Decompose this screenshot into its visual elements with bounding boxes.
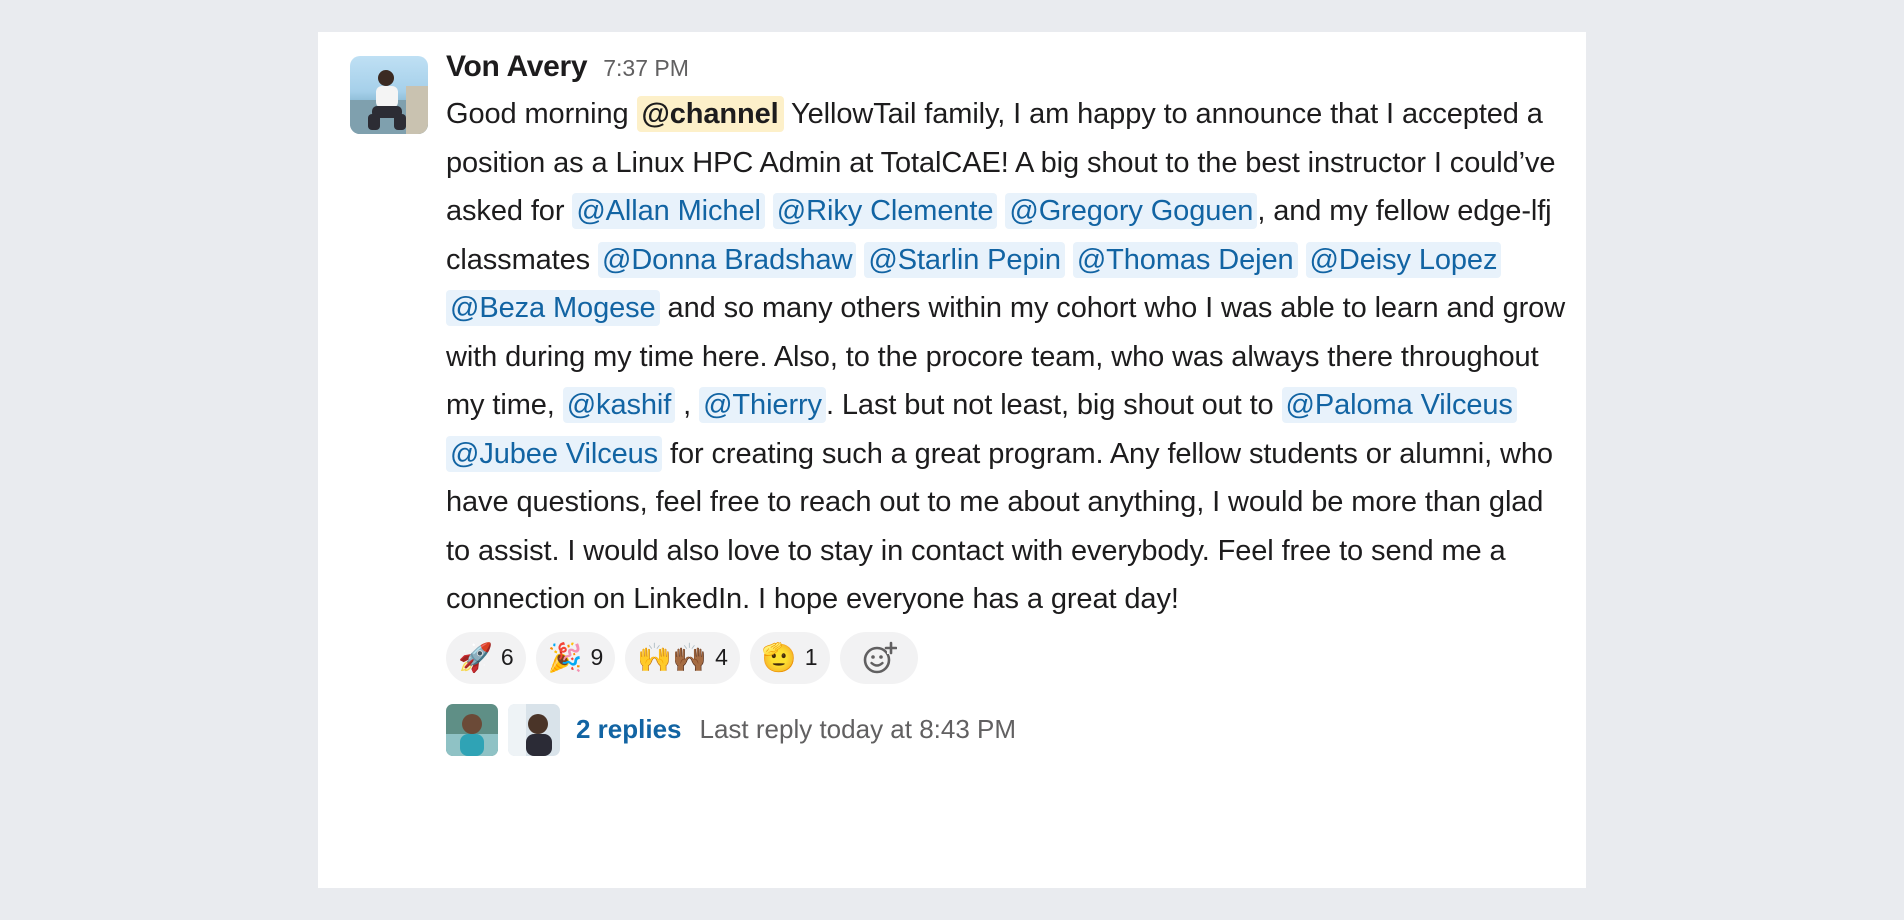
user-mention-donna-bradshaw[interactable]: @Donna Bradshaw [598, 241, 857, 278]
message-header: Von Avery 7:37 PM [446, 50, 1566, 88]
user-mention-thomas-dejen[interactable]: @Thomas Dejen [1072, 241, 1298, 278]
salute-icon: 🫡 [761, 640, 797, 674]
reaction-count: 1 [804, 644, 818, 670]
reaction-count: 9 [590, 644, 604, 670]
thread-summary: 2 replies Last reply today at 8:43 PM [446, 703, 1566, 756]
replier-avatar-image [508, 703, 560, 756]
reaction-party-popper[interactable]: 🎉 9 [535, 631, 616, 684]
message-timestamp[interactable]: 7:37 PM [603, 55, 689, 82]
raised-hands-icon: 🙌🙌🏾 [637, 640, 708, 674]
reactions-bar: 🚀 6 🎉 9 🙌🙌🏾 4 🫡 1 [446, 631, 1566, 684]
message-text: , [675, 389, 700, 421]
rocket-icon: 🚀 [458, 640, 493, 674]
reaction-raised-hands[interactable]: 🙌🙌🏾 4 [625, 631, 740, 684]
author-avatar-image [350, 70, 428, 134]
reaction-salute[interactable]: 🫡 1 [749, 631, 830, 684]
add-emoji-icon [863, 641, 897, 673]
author-avatar[interactable] [350, 56, 428, 134]
reaction-rocket[interactable]: 🚀 6 [446, 631, 526, 684]
user-mention-paloma-vilceus[interactable]: @Paloma Vilceus [1281, 387, 1517, 423]
message-card: Von Avery 7:37 PM Good morning @channel … [318, 32, 1586, 888]
replier-avatar[interactable] [508, 703, 560, 756]
message-body: Good morning @channel YellowTail family,… [446, 90, 1566, 624]
user-mention-thierry[interactable]: @Thierry [699, 387, 826, 423]
party-popper-icon: 🎉 [547, 640, 583, 674]
replies-link[interactable]: 2 replies [576, 714, 682, 745]
user-mention-gregory-goguen[interactable]: @Gregory Goguen [1005, 193, 1258, 229]
replier-avatar[interactable] [446, 703, 498, 756]
user-mention-deisy-lopez[interactable]: @Deisy Lopez [1305, 241, 1502, 278]
message-text: . Last but not least, big shout out to [825, 389, 1282, 421]
add-reaction-button[interactable] [839, 631, 918, 684]
user-mention-riky-clemente[interactable]: @Riky Clemente [772, 193, 998, 229]
last-reply-time: Last reply today at 8:43 PM [699, 714, 1017, 744]
user-mention-starlin-pepin[interactable]: @Starlin Pepin [864, 241, 1065, 278]
reaction-count: 4 [715, 644, 728, 670]
channel-mention[interactable]: @channel [636, 96, 784, 132]
replier-avatar-image [446, 703, 498, 756]
message-text: Good morning [446, 98, 637, 130]
user-mention-jubee-vilceus[interactable]: @Jubee Vilceus [446, 435, 663, 472]
user-mention-beza-mogese[interactable]: @Beza Mogese [446, 290, 660, 326]
user-mention-allan-michel[interactable]: @Allan Michel [572, 193, 765, 229]
author-name[interactable]: Von Avery [446, 50, 588, 84]
reaction-count: 6 [500, 644, 514, 670]
user-mention-kashif[interactable]: @kashif [562, 387, 676, 423]
message-content: Von Avery 7:37 PM Good morning @channel … [446, 50, 1566, 756]
